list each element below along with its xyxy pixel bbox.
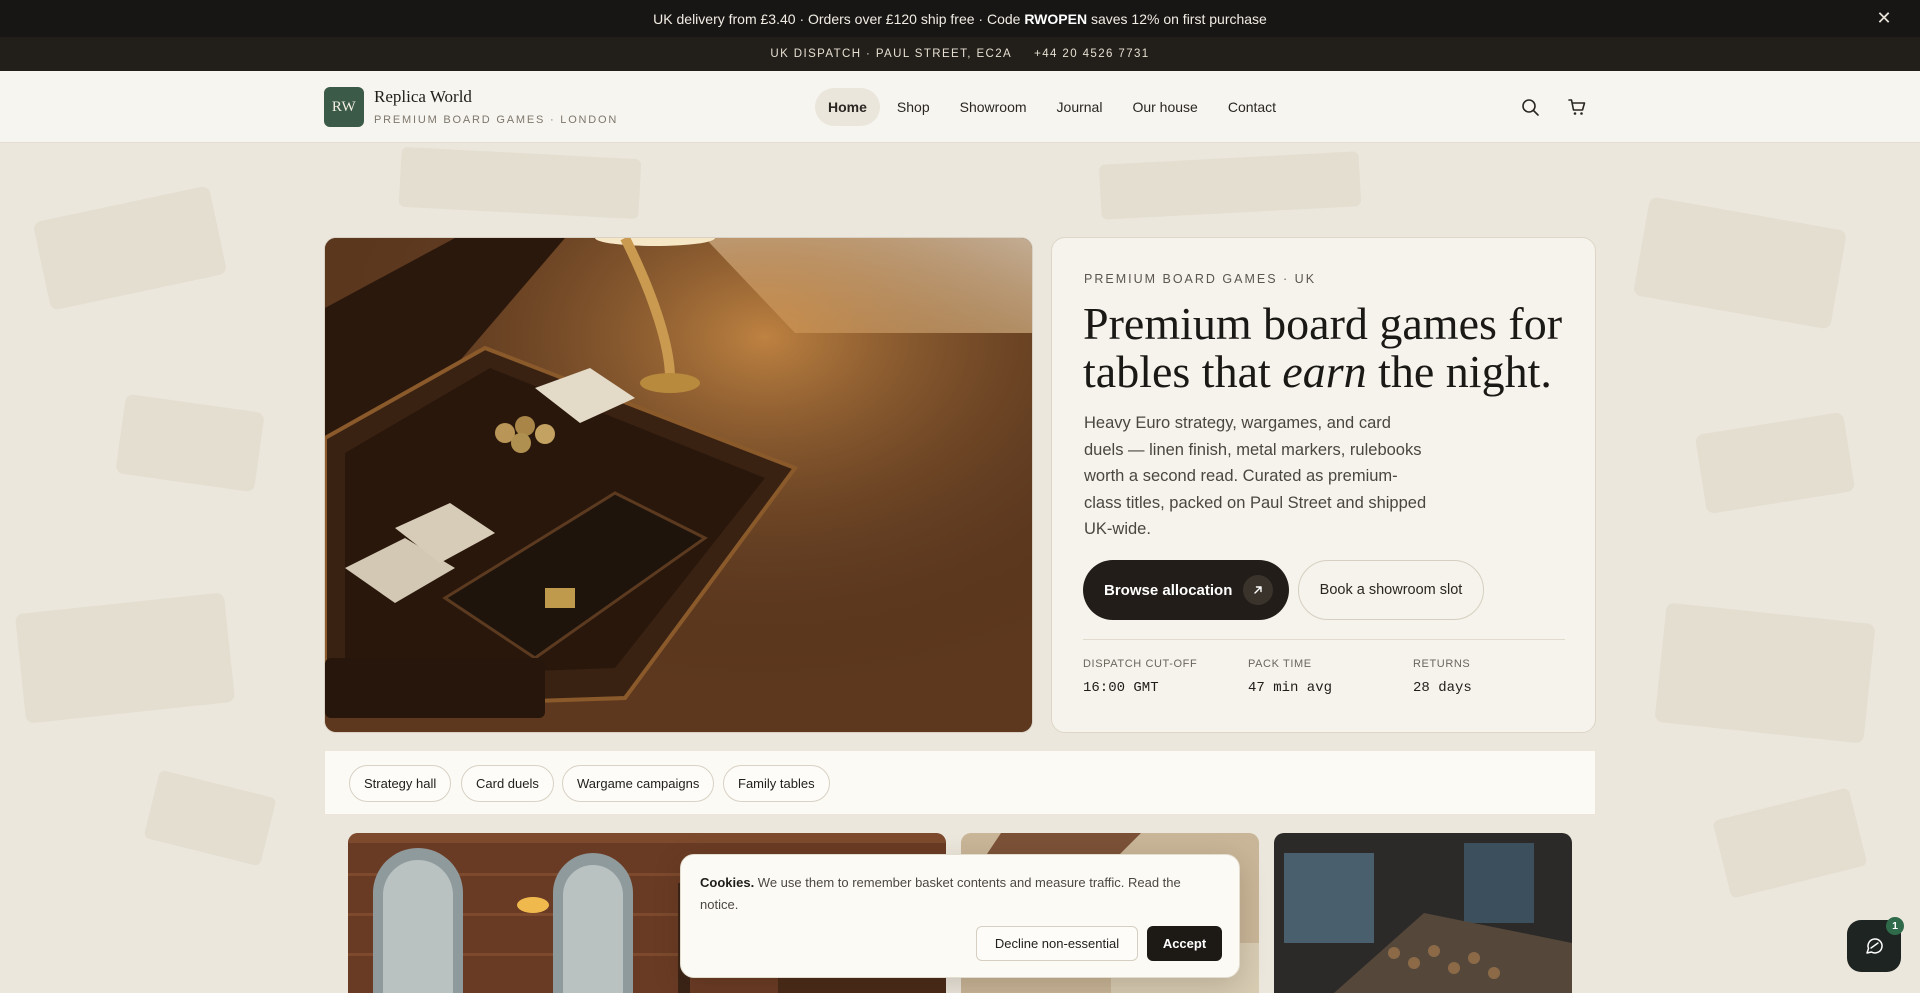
chip-wargame-campaigns[interactable]: Wargame campaigns xyxy=(562,765,715,802)
stat-dispatch-cutoff: DISPATCH CUT-OFF 16:00 GMT xyxy=(1083,658,1197,696)
hero-eyebrow: PREMIUM BOARD GAMES · UK xyxy=(1084,272,1317,286)
promo-code: RWOPEN xyxy=(1024,10,1088,27)
stat-label: PACK TIME xyxy=(1248,658,1312,670)
main-nav: Home Shop Showroom Journal Our house Con… xyxy=(815,88,1289,126)
stat-label: RETURNS xyxy=(1413,658,1471,670)
browse-allocation-button[interactable]: Browse allocation xyxy=(1083,560,1289,620)
chip-strategy-hall[interactable]: Strategy hall xyxy=(349,765,452,802)
nav-item-home[interactable]: Home xyxy=(815,88,880,126)
category-chips: Strategy hall Card duels Wargame campaig… xyxy=(324,750,1596,815)
nav-item-shop[interactable]: Shop xyxy=(884,88,943,126)
close-icon[interactable]: ✕ xyxy=(1874,8,1894,28)
stat-value: 47 min avg xyxy=(1248,680,1333,696)
chip-card-duels[interactable]: Card duels xyxy=(461,765,554,802)
hero-title: Premium board games for tables that earn… xyxy=(1083,298,1563,397)
hero-card: PREMIUM BOARD GAMES · UK Premium board g… xyxy=(1051,237,1596,733)
dispatch-bar: UK DISPATCH · PAUL STREET, EC2A +44 20 4… xyxy=(0,37,1920,71)
brand-name[interactable]: Replica World xyxy=(374,87,472,107)
brand-tagline: PREMIUM BOARD GAMES · LONDON xyxy=(374,114,619,126)
cookie-banner: Cookies. We use them to remember basket … xyxy=(680,854,1240,978)
stat-value: 28 days xyxy=(1413,680,1472,696)
nav-item-journal[interactable]: Journal xyxy=(1044,88,1116,126)
cart-icon[interactable] xyxy=(1566,96,1588,118)
accept-cookies-button[interactable]: Accept xyxy=(1147,926,1222,961)
gallery-image-miniatures[interactable] xyxy=(1274,833,1572,993)
arrow-up-right-icon xyxy=(1243,575,1273,605)
dispatch-address: UK DISPATCH · PAUL STREET, EC2A xyxy=(770,48,1013,60)
search-icon[interactable] xyxy=(1519,96,1541,118)
dispatch-phone[interactable]: +44 20 4526 7731 xyxy=(1034,48,1149,60)
chip-family-tables[interactable]: Family tables xyxy=(723,765,830,802)
hero-image xyxy=(324,237,1033,733)
stat-label: DISPATCH CUT-OFF xyxy=(1083,658,1198,670)
chat-icon xyxy=(1866,938,1883,954)
book-showroom-button[interactable]: Book a showroom slot xyxy=(1298,560,1484,620)
promo-bar: UK delivery from £3.40 · Orders over £12… xyxy=(0,0,1920,37)
nav-item-our-house[interactable]: Our house xyxy=(1119,88,1210,126)
hero-description: Heavy Euro strategy, wargames, and card … xyxy=(1084,414,1427,538)
divider xyxy=(1083,639,1565,640)
logo[interactable]: RW xyxy=(324,87,364,127)
nav-item-showroom[interactable]: Showroom xyxy=(947,88,1040,126)
site-header: RW Replica World PREMIUM BOARD GAMES · L… xyxy=(0,71,1920,143)
chat-notification-badge: 1 xyxy=(1886,917,1904,935)
browse-allocation-label: Browse allocation xyxy=(1104,581,1233,599)
stat-returns: RETURNS 28 days xyxy=(1413,658,1472,696)
stat-pack-time: PACK TIME 47 min avg xyxy=(1248,658,1332,696)
promo-text: UK delivery from £3.40 · Orders over £12… xyxy=(653,10,1267,27)
cookie-text: Cookies. We use them to remember basket … xyxy=(700,875,1181,912)
decline-cookies-button[interactable]: Decline non-essential xyxy=(976,926,1138,961)
nav-item-contact[interactable]: Contact xyxy=(1215,88,1289,126)
stat-value: 16:00 GMT xyxy=(1083,680,1159,696)
